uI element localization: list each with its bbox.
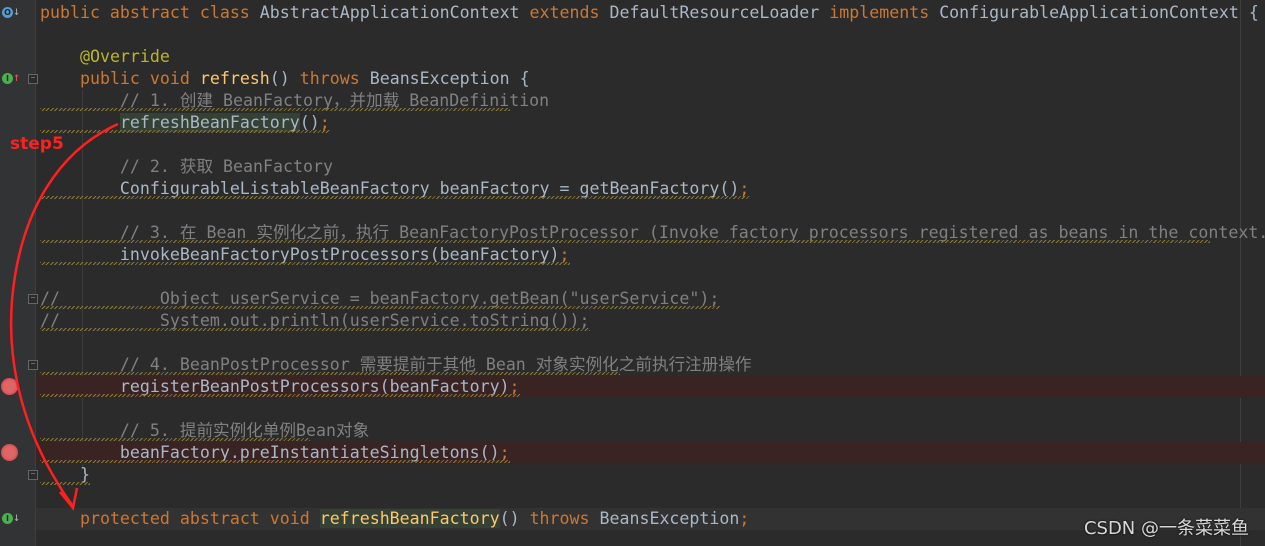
red-arrow-annotation (9, 122, 119, 511)
watermark: CSDN @一条菜菜鱼 (1083, 518, 1249, 539)
step5-label: step5 (10, 134, 64, 154)
arrow-path (9, 122, 119, 506)
